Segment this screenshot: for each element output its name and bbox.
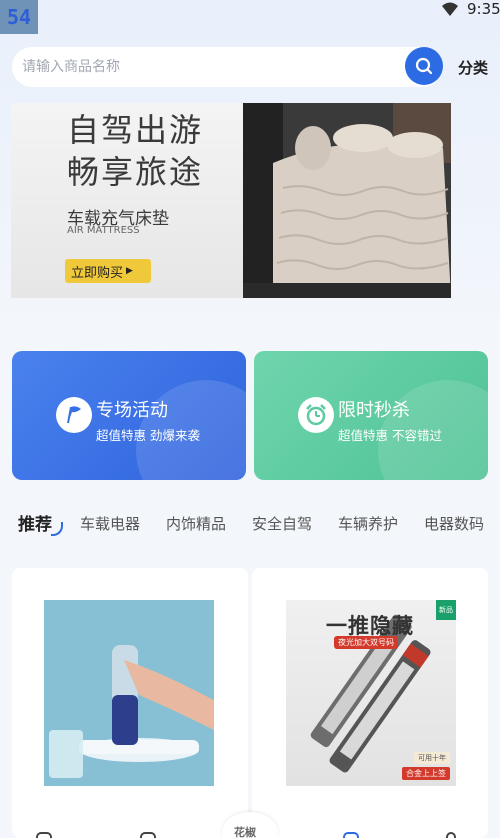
product-foot-note: 可用十年 <box>414 752 450 764</box>
tab-interior[interactable]: 内饰精品 <box>166 513 226 534</box>
promo-card-special-event[interactable]: 专场活动 超值特惠 劲爆来袭 <box>12 351 246 480</box>
profile-icon[interactable] <box>446 832 456 838</box>
category-icon[interactable] <box>140 832 156 838</box>
buy-now-label: 立即购买 <box>71 265 124 281</box>
debug-badge: 54 <box>0 0 38 34</box>
status-bar: 54 9:35 <box>0 0 500 36</box>
promo-card-flash-sale[interactable]: 限时秒杀 超值特惠 不容错过 <box>254 351 488 480</box>
buy-now-button[interactable]: 立即购买 ▶ <box>65 259 151 283</box>
product-image-car-fragrance <box>44 600 214 786</box>
tab-car-appliances[interactable]: 车载电器 <box>80 513 140 534</box>
product-card[interactable]: 一推隐藏 夜光加大双号码 新品 可用十年 合金上上签 <box>252 568 488 838</box>
promo-title: 限时秒杀 <box>338 400 410 421</box>
banner-subtitle-en: AIR MATTRESS <box>67 225 140 236</box>
banner-title-line2: 畅享旅途 <box>67 153 204 191</box>
product-card[interactable] <box>12 568 248 838</box>
promo-subtitle: 超值特惠 劲爆来袭 <box>96 428 200 443</box>
home-icon[interactable] <box>36 832 52 838</box>
search-button[interactable] <box>405 47 443 85</box>
category-link[interactable]: 分类 <box>458 57 488 78</box>
tab-electronics[interactable]: 电器数码 <box>424 513 484 534</box>
promo-subtitle: 超值特惠 不容错过 <box>338 428 442 443</box>
new-badge: 新品 <box>436 600 456 620</box>
tab-safe-driving[interactable]: 安全自驾 <box>252 513 312 534</box>
search-icon <box>415 57 433 75</box>
product-foot-tag: 合金上上签 <box>402 767 450 780</box>
promo-banner[interactable]: 自驾出游 畅享旅途 车载充气床垫 AIR MATTRESS 立即购买 ▶ <box>11 103 451 298</box>
search-input[interactable] <box>22 55 402 79</box>
flag-icon <box>56 397 92 433</box>
play-arrow-icon: ▶ <box>126 266 133 276</box>
wifi-icon <box>442 2 458 16</box>
tab-car-maintenance[interactable]: 车辆养护 <box>338 513 398 534</box>
promo-title: 专场活动 <box>96 400 168 421</box>
category-tabs: 推荐 车载电器 内饰精品 安全自驾 车辆养护 电器数码 <box>0 508 500 538</box>
cart-icon[interactable] <box>343 832 359 838</box>
product-label-sub: 夜光加大双号码 <box>334 636 398 649</box>
tab-recommend[interactable]: 推荐 <box>18 510 52 535</box>
search-box[interactable] <box>12 47 442 87</box>
air-mattress-photo <box>243 103 451 298</box>
banner-text-area: 自驾出游 畅享旅途 车载充气床垫 AIR MATTRESS 立即购买 ▶ <box>11 103 243 298</box>
alarm-clock-icon <box>298 397 334 433</box>
clock: 9:35 <box>467 0 500 18</box>
product-image-parking-plate: 一推隐藏 夜光加大双号码 新品 可用十年 合金上上签 <box>286 600 456 786</box>
banner-title-line1: 自驾出游 <box>67 111 204 149</box>
center-logo-label: 花椒 <box>234 826 256 838</box>
